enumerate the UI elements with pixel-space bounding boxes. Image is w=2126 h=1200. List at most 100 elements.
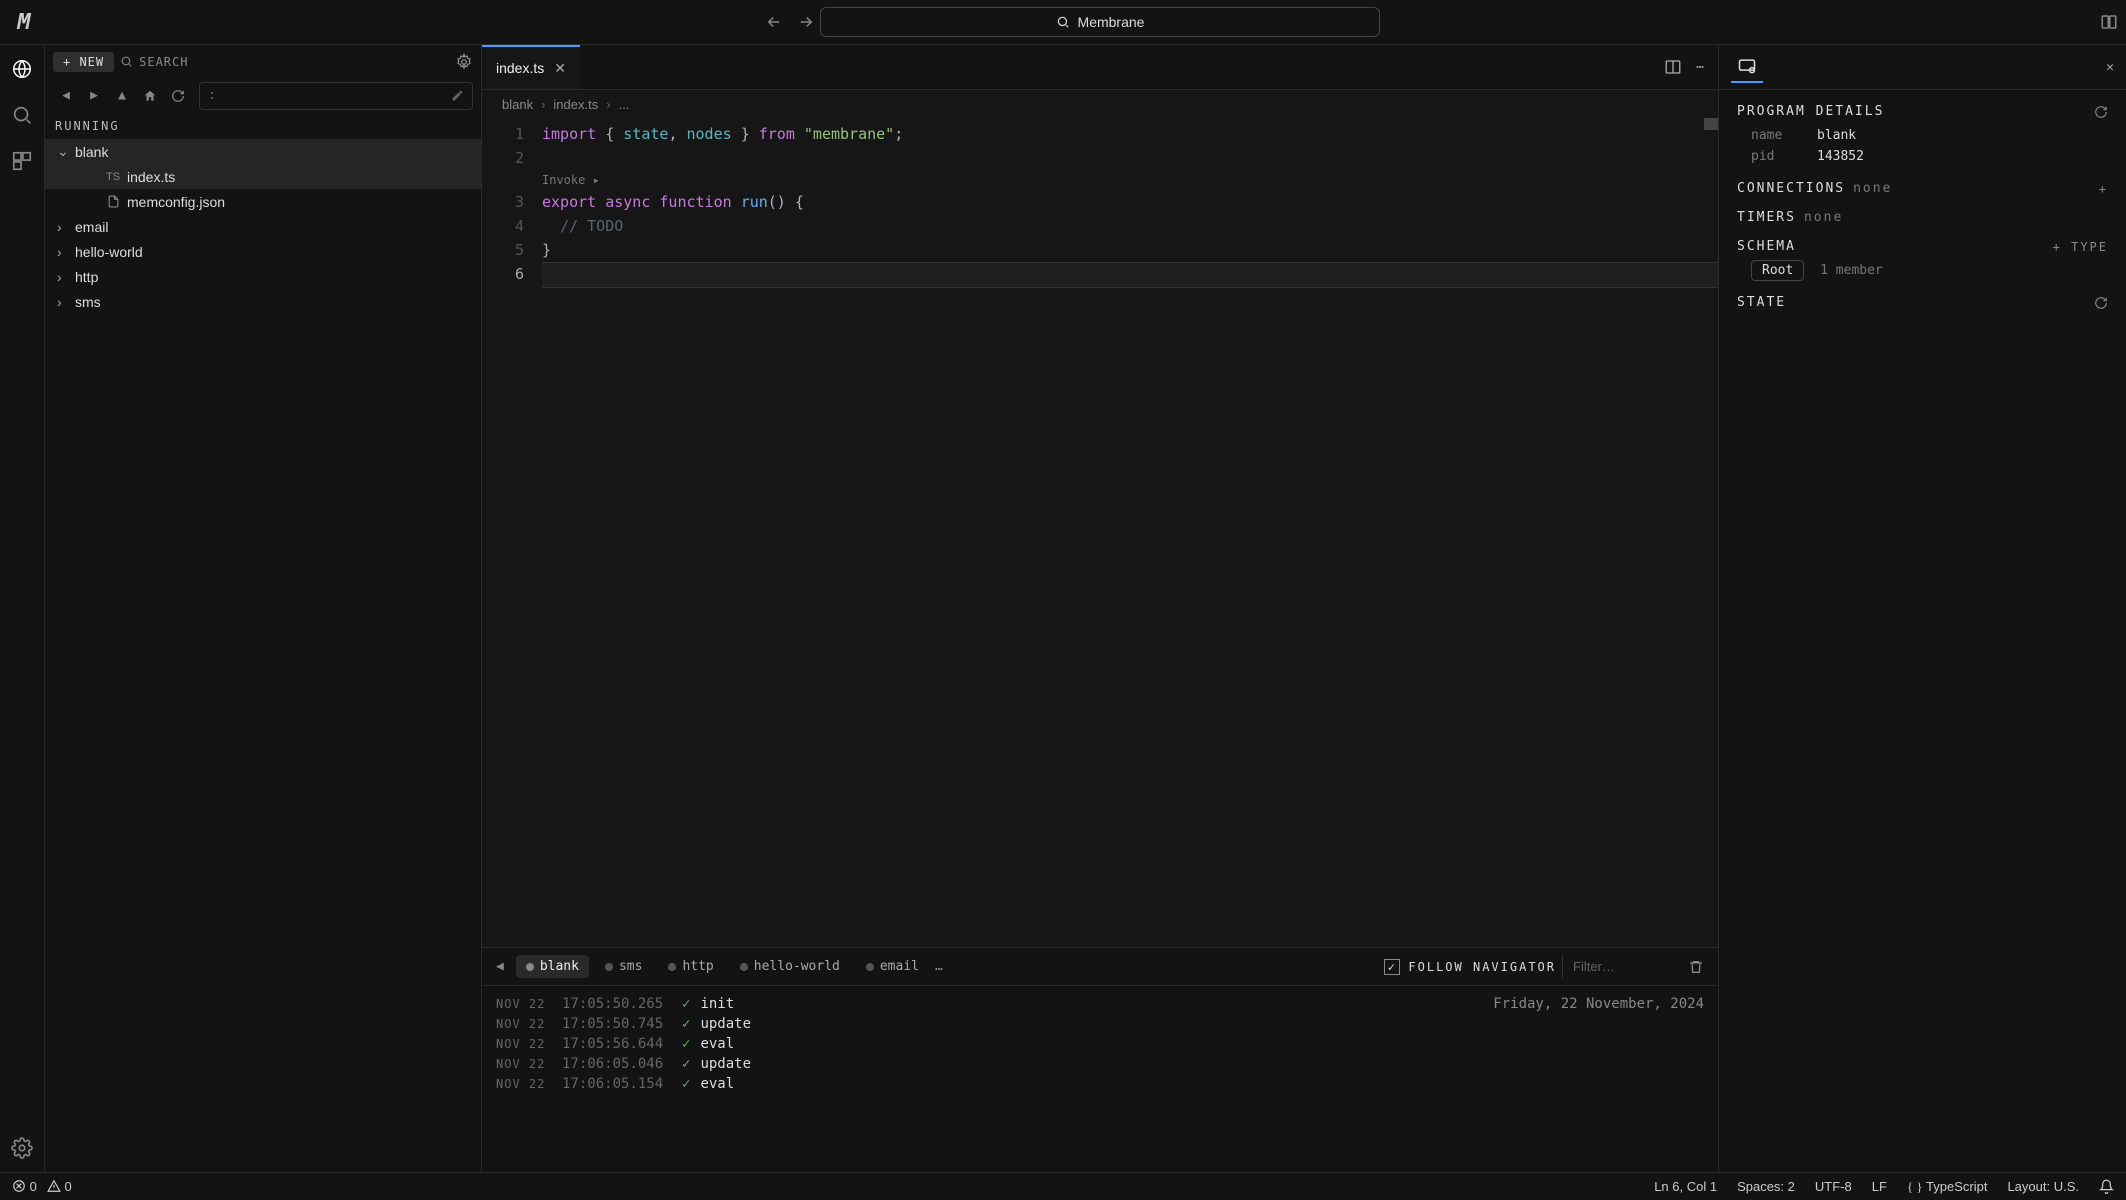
minimap[interactable] <box>1704 118 1718 130</box>
warning-icon <box>47 1179 61 1193</box>
tree-file-index-ts[interactable]: TS index.ts <box>45 164 481 189</box>
nav-forward-button[interactable]: ▶ <box>81 83 107 109</box>
tree-folder-hello-world[interactable]: ›hello-world <box>45 239 481 264</box>
nav-up-button[interactable]: ▲ <box>109 83 135 109</box>
editor-tabbar: index.ts ✕ ⋯ <box>482 45 1718 90</box>
nav-home-button[interactable] <box>137 83 163 109</box>
tree-item-label: memconfig.json <box>127 194 225 210</box>
navigator-path-input[interactable]: : <box>199 82 473 110</box>
edit-icon <box>451 89 464 102</box>
schema-root-pill[interactable]: Root <box>1751 260 1804 281</box>
console-clear-button[interactable] <box>1688 959 1704 975</box>
log-row: NOV 2217:06:05.046✓update <box>482 1054 1718 1074</box>
details-timers-header: TIMERS <box>1737 210 1796 225</box>
breadcrumb-segment[interactable]: index.ts <box>553 97 598 112</box>
activity-extensions[interactable] <box>8 147 36 175</box>
tree-folder-blank[interactable]: ⌄ blank <box>45 139 481 164</box>
details-close-button[interactable]: ✕ <box>2106 60 2114 75</box>
chevron-right-icon: › <box>606 97 610 112</box>
console-panel: ◀ blank sms http hello-world email … ✓ F… <box>482 947 1718 1172</box>
status-bar: 0 0 Ln 6, Col 1 Spaces: 2 UTF-8 LF { } T… <box>0 1172 2126 1200</box>
details-name-key: name <box>1751 128 1799 143</box>
log-row: NOV 2217:05:50.745✓update <box>482 1014 1718 1034</box>
sidebar-settings-button[interactable] <box>455 53 473 71</box>
close-tab-button[interactable]: ✕ <box>554 60 566 77</box>
details-program-tab[interactable] <box>1731 51 1763 83</box>
search-icon <box>1056 15 1070 29</box>
codelens-invoke[interactable]: Invoke ▸ <box>542 170 1718 190</box>
refresh-icon <box>2094 105 2108 119</box>
follow-navigator-checkbox[interactable]: ✓ <box>1384 959 1400 975</box>
status-spaces[interactable]: Spaces: 2 <box>1737 1179 1795 1194</box>
status-lncol[interactable]: Ln 6, Col 1 <box>1654 1179 1717 1194</box>
status-dot <box>605 963 613 971</box>
details-state-header: STATE <box>1737 295 1786 310</box>
console-tab-blank[interactable]: blank <box>516 955 589 978</box>
new-button[interactable]: + NEW <box>53 52 114 72</box>
console-tab-email[interactable]: email <box>856 955 929 978</box>
console-log-list[interactable]: NOV 22 17:05:50.265 ✓ init Friday, 22 No… <box>482 986 1718 1172</box>
status-encoding[interactable]: UTF-8 <box>1815 1179 1852 1194</box>
nav-back-button[interactable]: ◀ <box>53 83 79 109</box>
details-refresh-button[interactable] <box>2094 105 2108 119</box>
tree-folder-sms[interactable]: ›sms <box>45 289 481 314</box>
status-layout[interactable]: Layout: U.S. <box>2007 1179 2079 1194</box>
tree-item-label: hello-world <box>75 244 143 260</box>
log-date-header: Friday, 22 November, 2024 <box>1493 996 1704 1012</box>
history-forward-button[interactable] <box>792 8 820 36</box>
add-connection-button[interactable]: + <box>2099 182 2108 196</box>
tree-item-label: blank <box>75 144 108 160</box>
console-filter-input[interactable]: Filter… <box>1562 955 1682 978</box>
nav-refresh-button[interactable] <box>165 83 191 109</box>
code-editor[interactable]: 1 2 3 4 5 6 import { state, nodes } from… <box>482 118 1718 947</box>
line-number: 5 <box>482 238 524 262</box>
status-language[interactable]: { } TypeScript <box>1907 1179 1988 1195</box>
breadcrumb-segment[interactable]: ... <box>619 97 630 112</box>
layout-toggle-button[interactable] <box>2100 13 2118 31</box>
status-eol[interactable]: LF <box>1872 1179 1887 1194</box>
check-icon: ✓ <box>682 1056 690 1072</box>
status-warnings[interactable]: 0 <box>47 1179 72 1194</box>
breadcrumb[interactable]: blank › index.ts › ... <box>482 90 1718 118</box>
status-errors[interactable]: 0 <box>12 1179 37 1194</box>
details-panel: ✕ PROGRAM DETAILS nameblank pid143852 CO… <box>1718 45 2126 1172</box>
code-content[interactable]: import { state, nodes } from "membrane";… <box>542 122 1718 943</box>
details-pid-key: pid <box>1751 149 1799 164</box>
console-tab-hello-world[interactable]: hello-world <box>730 955 850 978</box>
breadcrumb-segment[interactable]: blank <box>502 97 533 112</box>
console-tab-http[interactable]: http <box>658 955 723 978</box>
details-timers-value: none <box>1804 210 1843 225</box>
tree-folder-http[interactable]: ›http <box>45 264 481 289</box>
editor-area: index.ts ✕ ⋯ blank › index.ts › ... 1 2 <box>482 45 1718 1172</box>
tree-folder-email[interactable]: ›email <box>45 214 481 239</box>
running-section-label: RUNNING <box>45 113 481 139</box>
tree-item-label: http <box>75 269 98 285</box>
activity-explorer[interactable] <box>8 55 36 83</box>
status-bell-button[interactable] <box>2099 1179 2114 1194</box>
log-message: init <box>700 996 734 1012</box>
editor-tab-index-ts[interactable]: index.ts ✕ <box>482 45 580 89</box>
log-row: NOV 22 17:05:50.265 ✓ init Friday, 22 No… <box>482 994 1718 1014</box>
refresh-icon <box>171 89 185 103</box>
add-type-button[interactable]: + TYPE <box>2053 240 2108 254</box>
history-back-button[interactable] <box>760 8 788 36</box>
activity-search[interactable] <box>8 101 36 129</box>
main: + NEW SEARCH ◀ ▶ ▲ : RUNNING <box>0 45 2126 1172</box>
console-back-button[interactable]: ◀ <box>496 959 504 974</box>
details-schema-header: SCHEMA <box>1737 239 1796 254</box>
console-tabs-more[interactable]: … <box>935 959 943 974</box>
sidebar-search-button[interactable]: SEARCH <box>120 55 188 69</box>
log-date: NOV 22 <box>496 997 552 1011</box>
console-tab-sms[interactable]: sms <box>595 955 652 978</box>
activity-settings[interactable] <box>8 1134 36 1162</box>
schema-root-members: 1 member <box>1820 263 1883 278</box>
state-refresh-button[interactable] <box>2094 296 2108 310</box>
console-tabbar: ◀ blank sms http hello-world email … ✓ F… <box>482 948 1718 986</box>
error-icon <box>12 1179 26 1193</box>
more-tab-actions-button[interactable]: ⋯ <box>1696 60 1704 75</box>
split-editor-button[interactable] <box>1664 58 1682 76</box>
ts-file-icon: TS <box>105 169 121 185</box>
tree-file-memconfig[interactable]: memconfig.json <box>45 189 481 214</box>
command-center[interactable]: Membrane <box>820 7 1380 37</box>
sidebar-search-label: SEARCH <box>139 55 188 69</box>
